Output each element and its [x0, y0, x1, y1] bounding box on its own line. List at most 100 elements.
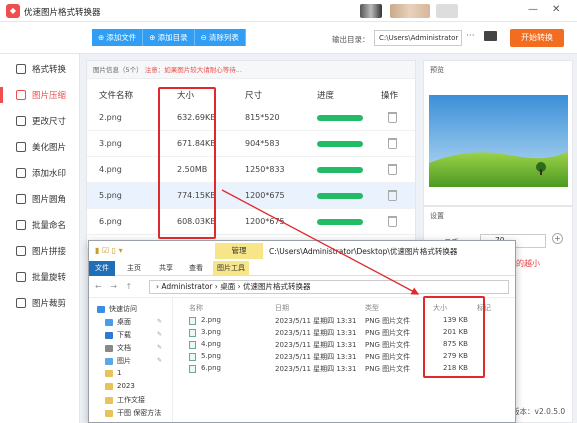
quick-access-toolbar-icon[interactable]: ▮ ☑ ▯ ▾	[95, 246, 123, 255]
add-file-label: 添加文件	[106, 33, 137, 42]
plus-icon: ⊕	[149, 33, 156, 42]
progress-bar	[317, 141, 363, 147]
col-header-progress: 进度	[317, 91, 335, 101]
minimize-button[interactable]: —	[528, 4, 538, 15]
table-row[interactable]: 5.png 774.15KB 1200*675	[87, 183, 415, 209]
explorer-file-name: 3.png	[201, 328, 222, 336]
tab-view[interactable]: 查看	[189, 261, 203, 276]
pin-icon[interactable]: ✎	[157, 344, 162, 351]
sidebar-item-label: 图片圆角	[32, 195, 67, 205]
sidebar-item-watermark[interactable]: 添加水印	[0, 162, 80, 184]
sidebar-item-beautify[interactable]: 美化图片	[0, 136, 80, 158]
folder-icon	[105, 382, 113, 390]
download-icon	[105, 331, 113, 339]
nav-item-label: 桌面	[117, 318, 131, 326]
col-header-dimensions: 尺寸	[245, 91, 263, 101]
watermark-icon	[16, 168, 26, 178]
sidebar-item-stitch[interactable]: 图片拼接	[0, 240, 80, 262]
file-warning: 注意：如果图片较大请耐心等待...	[144, 66, 242, 74]
nav-item-downloads[interactable]: 下载	[105, 330, 131, 340]
star-icon	[97, 305, 105, 313]
progress-bar	[317, 219, 363, 225]
table-row[interactable]: 4.png 2.50MB 1250*833	[87, 157, 415, 183]
explorer-file-name: 5.png	[201, 352, 222, 360]
app-logo-icon: ◆	[6, 4, 20, 18]
add-file-button[interactable]: ⊕ 添加文件	[92, 29, 144, 46]
progress-bar	[317, 167, 363, 173]
progress-bar	[317, 115, 363, 121]
delete-icon[interactable]	[388, 112, 397, 123]
toolbar-buttons: ⊕ 添加文件 ⊕ 添加目录 ⊖ 清除列表	[92, 29, 246, 46]
sidebar-item-crop[interactable]: 图片裁剪	[0, 292, 80, 314]
explorer-file-type: PNG 图片文件	[365, 329, 411, 337]
start-convert-button[interactable]: 开始转换	[510, 29, 564, 47]
manage-tab[interactable]: 管理	[215, 243, 263, 259]
nav-item-label: 图片	[117, 357, 131, 365]
sidebar-item-compress[interactable]: 图片压缩	[0, 84, 80, 106]
clear-list-button[interactable]: ⊖ 清除列表	[194, 29, 246, 46]
nav-item-folder-1[interactable]: 1	[105, 369, 121, 377]
nav-item-desktop[interactable]: 桌面	[105, 317, 131, 327]
nav-item-folder-other[interactable]: 干图 保密方法	[105, 408, 161, 418]
nav-item-quick-access[interactable]: 快速访问	[97, 304, 137, 314]
nav-item-label: 文档	[117, 344, 131, 352]
pin-icon[interactable]: ✎	[157, 318, 162, 325]
version-label: 版本：v2.0.5.0	[512, 407, 566, 416]
nav-item-label: 工作文接	[117, 396, 145, 404]
png-file-icon	[189, 317, 196, 325]
desktop-icon	[105, 318, 113, 326]
sidebar-item-label: 批量旋转	[32, 273, 67, 283]
sidebar-item-label: 批量命名	[32, 221, 67, 231]
pin-icon[interactable]: ✎	[157, 357, 162, 364]
explorer-file-name: 2.png	[201, 316, 222, 324]
nav-arrows-icon[interactable]: ← → ↑	[95, 282, 135, 291]
nav-item-pictures[interactable]: 图片	[105, 356, 131, 366]
sidebar-item-batch-rotate[interactable]: 批量旋转	[0, 266, 80, 288]
clear-list-label: 清除列表	[208, 33, 239, 42]
redacted-area	[436, 4, 458, 18]
delete-icon[interactable]	[388, 164, 397, 175]
folder-icon[interactable]	[484, 31, 497, 41]
explorer-file-type: PNG 图片文件	[365, 341, 411, 349]
folder-icon	[105, 369, 113, 377]
file-info-count: 图片信息（5个）	[93, 66, 143, 74]
delete-icon[interactable]	[388, 138, 397, 149]
sidebar-item-resize[interactable]: 更改尺寸	[0, 110, 80, 132]
explorer-file-date: 2023/5/11 星期四 13:31	[275, 365, 357, 373]
close-button[interactable]: ✕	[552, 4, 560, 15]
nav-item-folder-2023[interactable]: 2023	[105, 382, 135, 390]
delete-icon[interactable]	[388, 190, 397, 201]
sidebar-item-batch-rename[interactable]: 批量命名	[0, 214, 80, 236]
sidebar-item-label: 更改尺寸	[32, 117, 67, 127]
document-icon	[105, 344, 113, 352]
tab-share[interactable]: 共享	[159, 261, 173, 276]
tab-picture-tools[interactable]: 图片工具	[213, 261, 249, 276]
col-header-type[interactable]: 类型	[365, 303, 379, 313]
file-dimensions: 1250*833	[245, 165, 285, 174]
sidebar-item-round-corner[interactable]: 图片圆角	[0, 188, 80, 210]
nav-item-folder-work[interactable]: 工作文接	[105, 395, 145, 405]
add-folder-button[interactable]: ⊕ 添加目录	[143, 29, 195, 46]
delete-icon[interactable]	[388, 216, 397, 227]
nav-item-label: 1	[117, 369, 122, 377]
tab-home[interactable]: 主页	[127, 261, 141, 276]
explorer-title: C:\Users\Administrator\Desktop\优速图片格式转换器	[269, 247, 458, 256]
table-row[interactable]: 3.png 671.84KB 904*583	[87, 131, 415, 157]
output-dir-input[interactable]: C:\Users\Administrator	[374, 30, 462, 46]
file-dimensions: 904*583	[245, 139, 280, 148]
table-row[interactable]: 6.png 608.03KB 1200*675	[87, 209, 415, 235]
col-header-name[interactable]: 名称	[189, 303, 203, 313]
nav-item-documents[interactable]: 文档	[105, 343, 131, 353]
browse-button[interactable]: ···	[466, 31, 475, 41]
quality-plus-button[interactable]: +	[552, 233, 563, 244]
file-name: 3.png	[99, 139, 122, 148]
app-title: 优速图片格式转换器	[24, 8, 101, 18]
address-bar[interactable]: › Administrator › 桌面 › 优速图片格式转换器	[149, 280, 509, 294]
rotate-icon	[16, 272, 26, 282]
pin-icon[interactable]: ✎	[157, 331, 162, 338]
png-file-icon	[189, 341, 196, 349]
sidebar-item-format-convert[interactable]: 格式转换	[0, 58, 80, 80]
col-header-date[interactable]: 日期	[275, 303, 289, 313]
tab-file[interactable]: 文件	[89, 261, 115, 276]
table-row[interactable]: 2.png 632.69KB 815*520	[87, 105, 415, 131]
